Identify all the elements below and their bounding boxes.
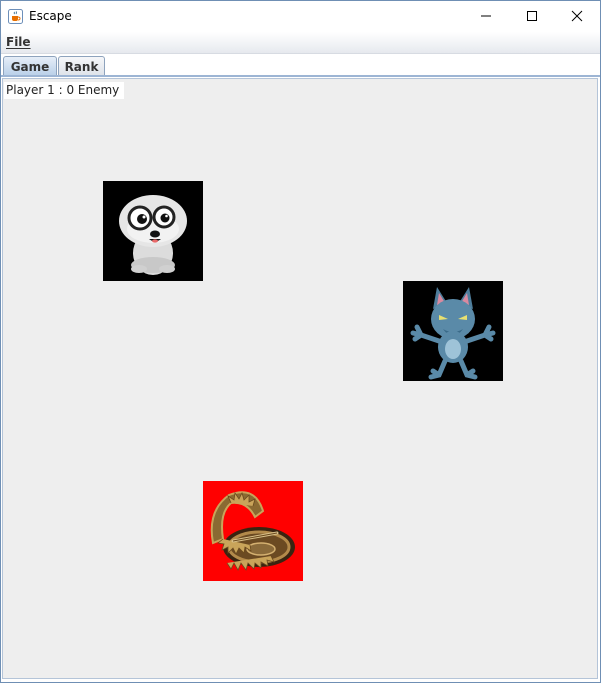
enemy-sprite [403, 281, 503, 381]
cartoon-seal-icon [103, 181, 203, 281]
java-cup-icon [8, 9, 23, 24]
trap-sprite [203, 481, 303, 581]
minimize-icon [481, 15, 491, 17]
menu-file[interactable]: File [6, 35, 31, 49]
werewolf-icon [403, 281, 503, 381]
game-board[interactable]: Player 1 : 0 Enemy [2, 78, 598, 679]
maximize-button[interactable] [509, 1, 555, 31]
score-label: Player 1 : 0 Enemy [4, 82, 124, 99]
app-window: Escape File Game Rank Player 1 : 0 Enemy [0, 0, 601, 683]
close-icon [571, 10, 583, 22]
close-button[interactable] [554, 1, 600, 31]
tab-strip: Game Rank [1, 54, 600, 77]
tab-rank[interactable]: Rank [58, 56, 105, 76]
player-sprite [103, 181, 203, 281]
bear-trap-icon [203, 481, 303, 581]
tab-game[interactable]: Game [3, 56, 57, 76]
title-bar[interactable]: Escape [1, 1, 600, 32]
minimize-button[interactable] [463, 1, 509, 31]
maximize-icon [527, 11, 537, 21]
tab-divider [1, 75, 600, 77]
menu-bar: File [1, 32, 600, 54]
window-title: Escape [29, 9, 72, 23]
